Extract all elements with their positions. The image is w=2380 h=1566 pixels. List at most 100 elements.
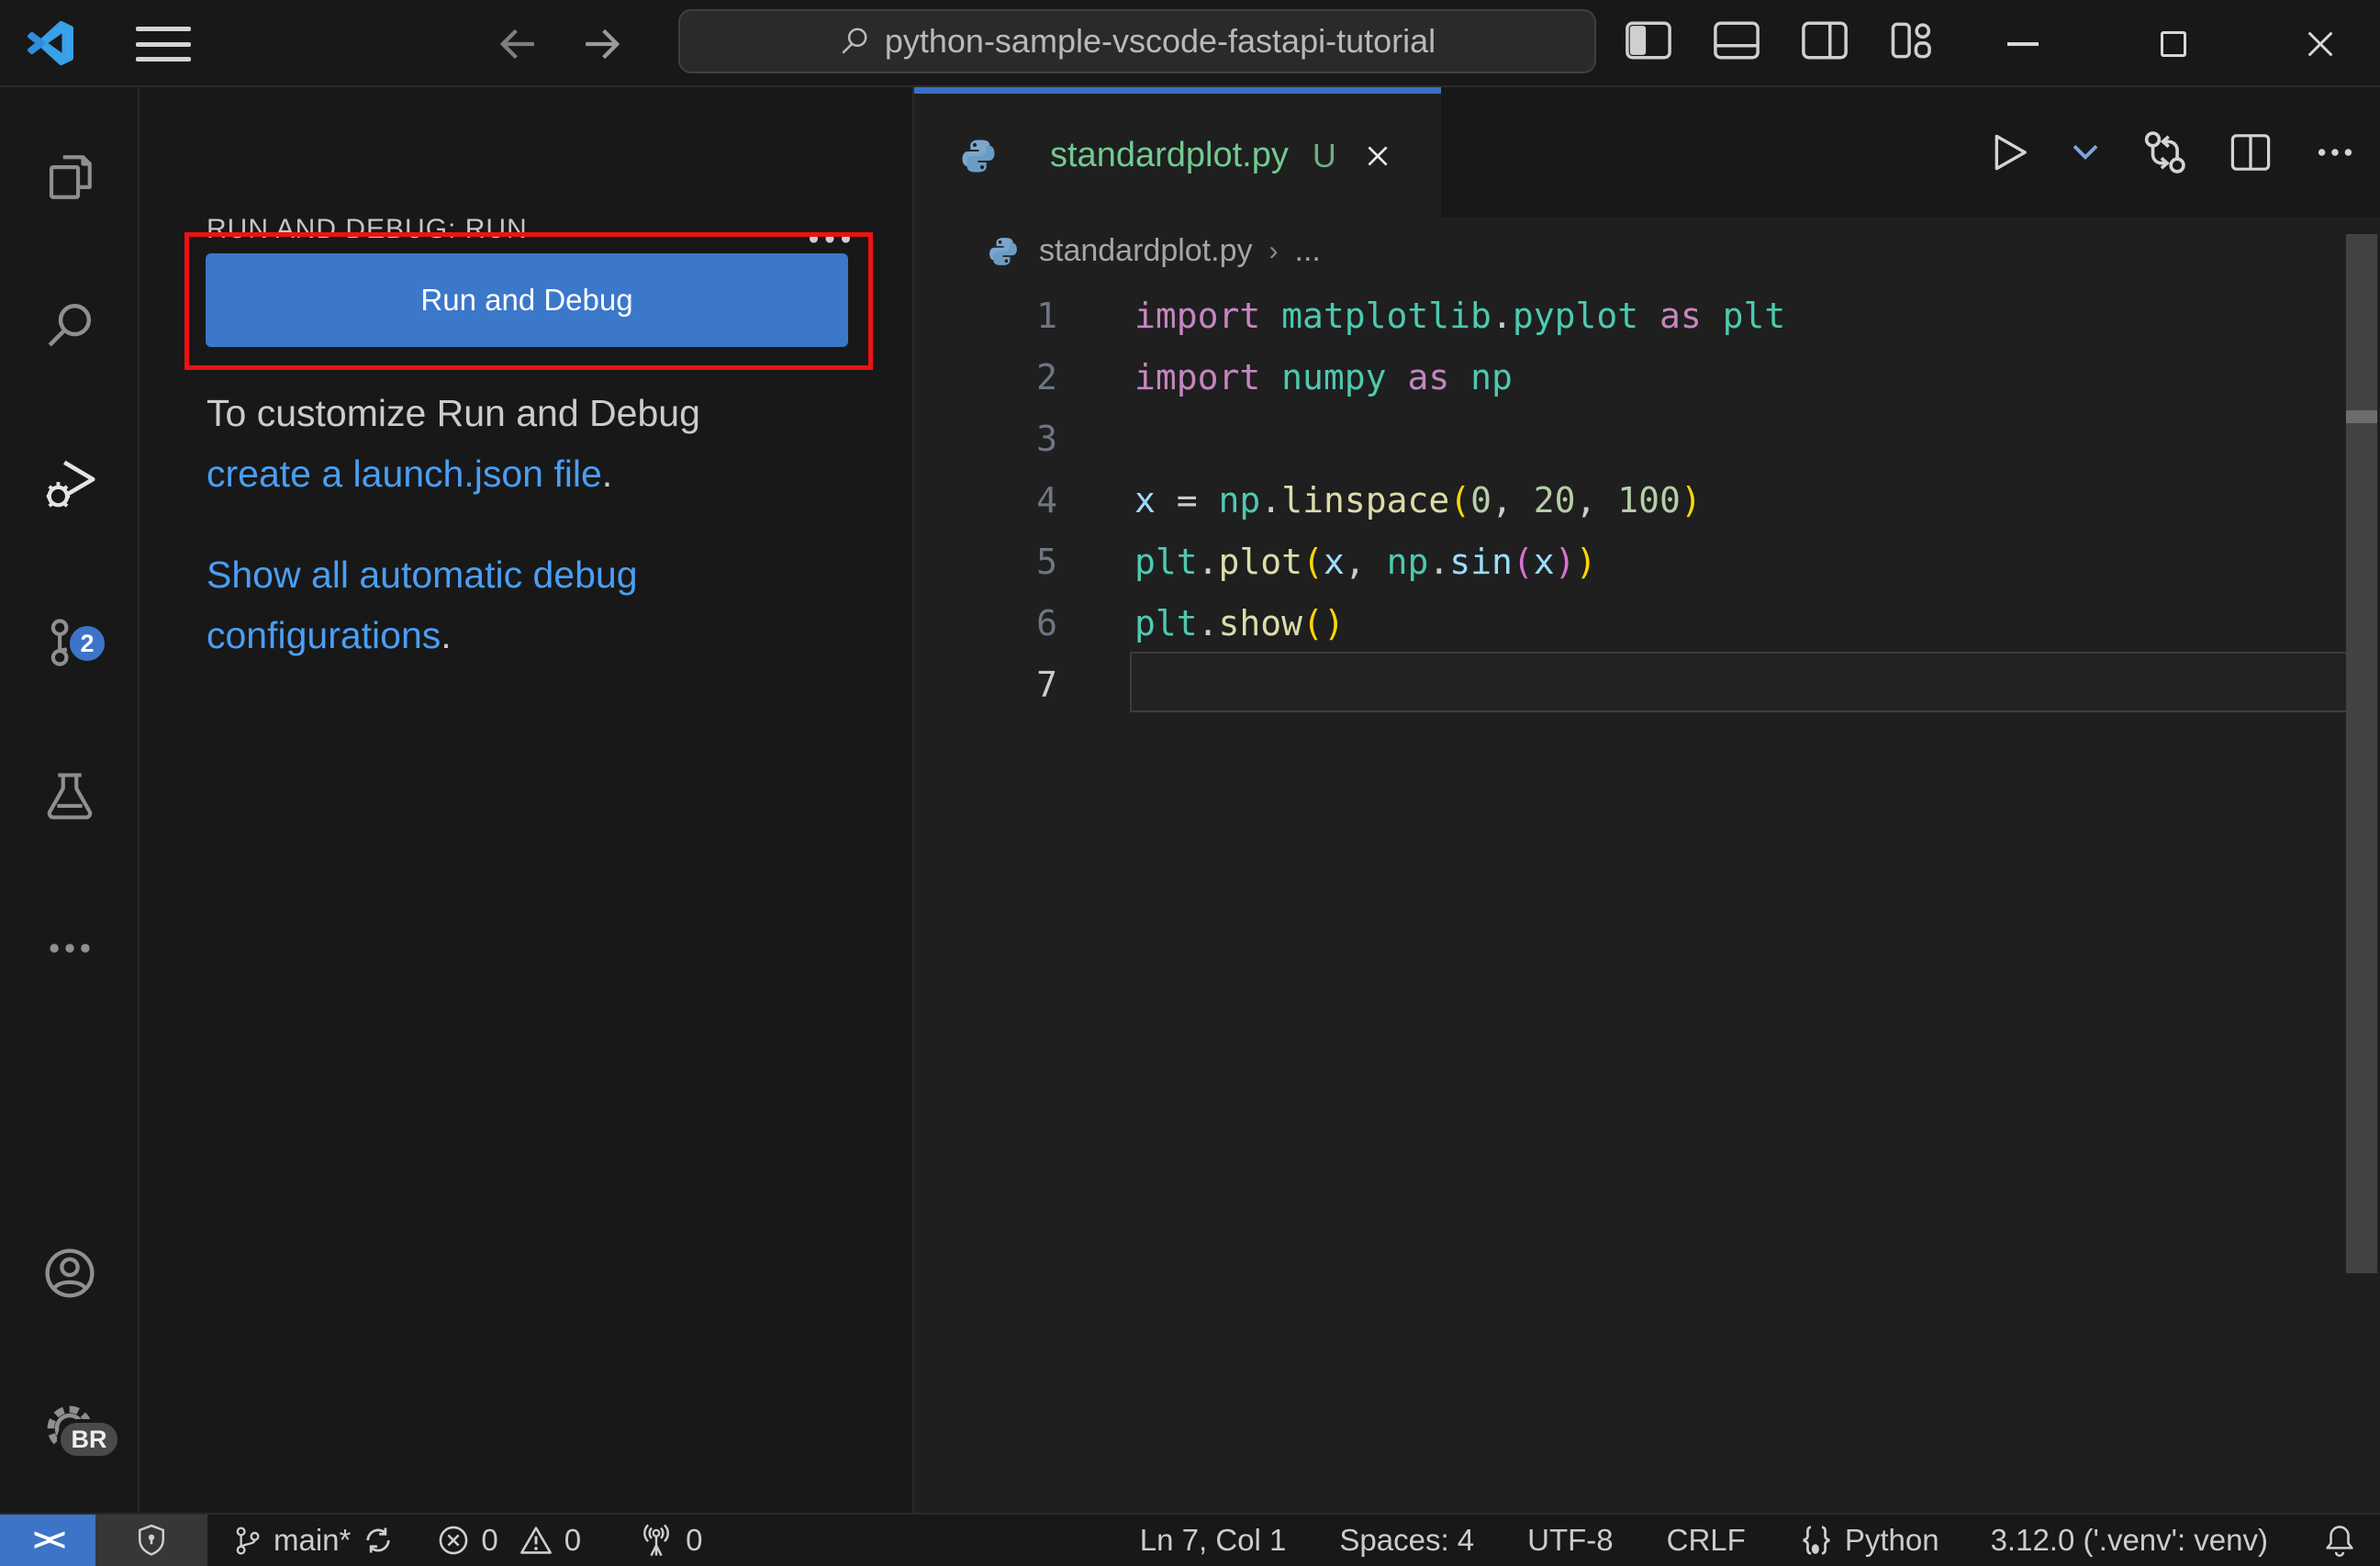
braces-icon [1803,1526,1830,1555]
code-token: sin [1449,541,1513,582]
code-line[interactable]: 7 [914,654,2380,715]
back-arrow-icon[interactable] [494,20,542,68]
command-center-search[interactable]: python-sample-vscode-fastapi-tutorial [678,9,1596,73]
code-token: , [1492,479,1534,520]
show-configurations-text: Show all automatic debug configurations. [207,544,820,666]
open-changes-icon[interactable] [2141,129,2187,175]
search-icon [842,28,867,54]
code-token: plt [1134,602,1198,643]
overview-ruler-marker [2346,410,2377,423]
code-token: . [1197,541,1219,582]
workspace-trust-item[interactable] [95,1515,207,1566]
code-text: plt.show() [1134,603,1345,643]
python-interpreter-item[interactable]: 3.12.0 ('.venv': venv) [1974,1515,2285,1566]
editor-more-actions-icon[interactable] [2314,137,2356,168]
explorer-icon[interactable] [36,143,104,211]
code-line[interactable]: 6 plt.show() [914,592,2380,654]
close-window-button[interactable] [2295,18,2346,70]
line-number: 4 [1036,479,1057,520]
code-token: import [1134,356,1282,397]
indentation-item[interactable]: Spaces: 4 [1323,1515,1491,1566]
source-control-badge: 2 [66,622,108,665]
notifications-item[interactable] [2307,1515,2373,1566]
language-label: Python [1844,1523,1939,1557]
run-and-debug-button[interactable]: Run and Debug [206,253,848,347]
code-token: ) [1680,479,1702,520]
ports-item[interactable]: 0 [621,1515,719,1566]
editor-scrollbar[interactable] [2346,234,2377,1273]
breadcrumb-more[interactable]: ... [1295,233,1321,269]
python-file-icon-small [989,237,1017,265]
activity-bar: 2 BR [0,87,140,1513]
cursor-position-item[interactable]: Ln 7, Col 1 [1123,1515,1303,1566]
eol-item[interactable]: CRLF [1650,1515,1762,1566]
run-and-debug-sidebar: RUN AND DEBUG: RUN Run and Debug To cust… [140,87,914,1513]
code-token: . [1260,479,1282,520]
encoding-item[interactable]: UTF-8 [1511,1515,1630,1566]
code-token: = [1155,479,1219,520]
toggle-secondary-sidebar-icon[interactable] [1801,20,1849,61]
code-line[interactable]: 3 [914,408,2380,469]
code-line[interactable]: 2 import numpy as np [914,346,2380,408]
errors-count: 0 [481,1523,498,1557]
code-token: pyplot [1512,295,1639,336]
forward-arrow-icon[interactable] [578,20,626,68]
code-token: , [1344,541,1387,582]
account-icon[interactable] [36,1239,104,1307]
code-token: . [1197,602,1219,643]
menu-icon[interactable] [136,25,191,63]
breadcrumb[interactable]: standardplot.py › ... [914,218,2380,285]
branch-item[interactable]: main* [215,1515,411,1566]
problems-item[interactable]: 0 0 [420,1515,598,1566]
show-period: . [441,614,452,656]
code-token: ) [1554,541,1576,582]
code-line[interactable]: 1 import matplotlib.pyplot as plt [914,285,2380,346]
maximize-button[interactable] [2148,18,2199,70]
code-text: import numpy as np [1134,357,1513,397]
settings-profile-badge: BR [57,1419,121,1460]
split-editor-icon[interactable] [2229,133,2272,172]
testing-icon[interactable] [36,763,104,831]
code-token: ( [1302,602,1324,643]
code-token: plt [1134,541,1198,582]
code-token: x [1533,541,1555,582]
remote-indicator[interactable]: >< [0,1515,95,1566]
show-all-configurations-link[interactable]: Show all automatic debug configurations [207,554,638,656]
more-views-icon[interactable] [36,914,104,982]
code-text: import matplotlib.pyplot as plt [1134,296,1785,336]
line-number: 3 [1036,418,1057,459]
code-token: ) [1323,602,1345,643]
minimize-button[interactable] [1997,18,2049,70]
run-dropdown-chevron-icon[interactable] [2072,143,2099,162]
line-number: 5 [1036,541,1057,582]
tab-dirty-indicator: U [1312,136,1336,174]
run-python-file-icon[interactable] [1991,132,2029,173]
code-token: plt [1722,295,1786,336]
code-token: 100 [1617,479,1681,520]
python-file-icon [962,140,995,172]
customize-hint-text: To customize Run and Debug create a laun… [207,383,820,504]
warnings-icon [520,1527,552,1554]
code-line[interactable]: 4 x = np.linspace(0, 20, 100) [914,469,2380,531]
toggle-sidebar-icon[interactable] [1625,20,1672,61]
tab-strip: standardplot.py U [914,87,2380,218]
run-and-debug-icon[interactable] [36,450,104,518]
tab-standardplot[interactable]: standardplot.py U [914,87,1441,218]
code-line[interactable]: 5 plt.plot(x, np.sin(x)) [914,531,2380,592]
code-area[interactable]: 1 import matplotlib.pyplot as plt 2 import … [914,285,2380,1513]
create-launch-json-link[interactable]: create a launch.json file [207,453,602,495]
close-icon [2307,31,2333,57]
toggle-panel-icon[interactable] [1713,20,1760,61]
customize-layout-icon[interactable] [1889,20,1935,61]
breadcrumb-file[interactable]: standardplot.py [1039,233,1253,269]
errors-icon [440,1526,468,1555]
shield-icon [139,1524,164,1556]
language-mode-item[interactable]: Python [1782,1515,1956,1566]
tab-close-icon[interactable] [1362,140,1393,172]
search-sidebar-icon[interactable] [36,292,104,360]
title-bar: python-sample-vscode-fastapi-tutorial [0,0,2380,87]
sync-icon [366,1527,390,1553]
code-token: ) [1575,541,1597,582]
vscode-logo-icon [28,20,73,66]
